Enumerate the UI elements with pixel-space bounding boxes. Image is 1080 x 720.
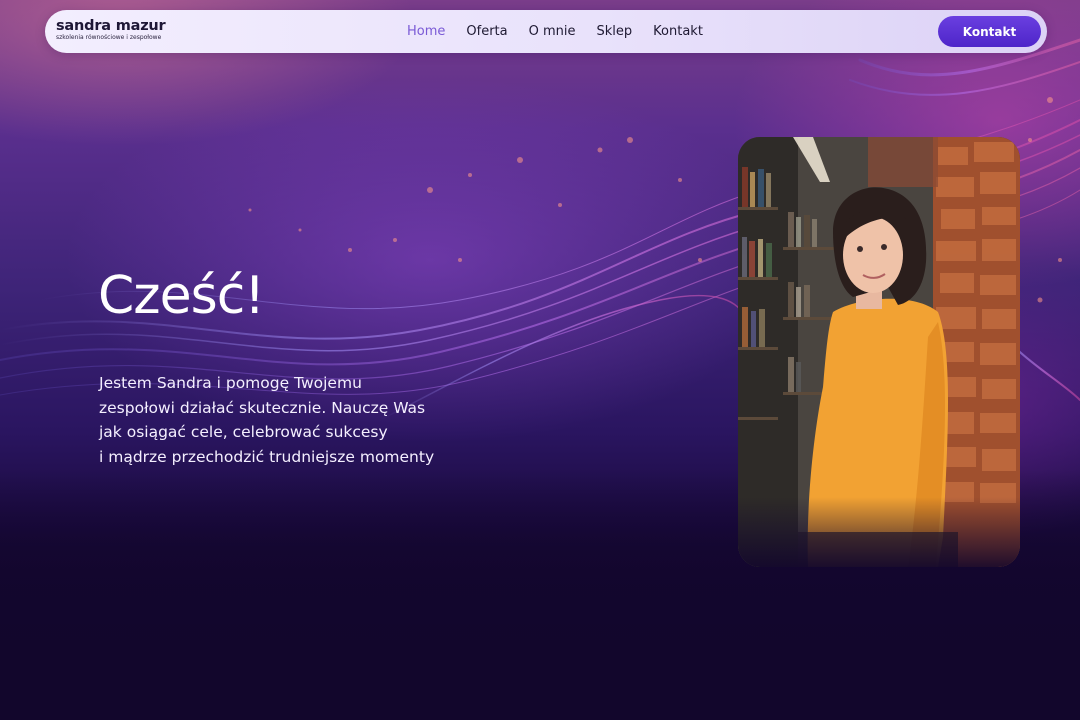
nav-item-home[interactable]: Home (407, 24, 445, 39)
nav-item-kontakt[interactable]: Kontakt (653, 24, 703, 39)
hero-text-line: jak osiągać cele, celebrować sukcesy (99, 423, 388, 441)
nav-item-o-mnie[interactable]: O mnie (529, 24, 576, 39)
logo-subtitle: szkolenia równościowe i zespołowe (56, 34, 162, 41)
hero-text-line: zespołowi działać skutecznie. Nauczę Was (99, 398, 426, 417)
nav-item-oferta[interactable]: Oferta (466, 24, 507, 39)
hero-title: Cześć! (98, 266, 265, 326)
main-nav: Home Oferta O mnie Sklep Kontakt (407, 10, 724, 53)
site-header: sandra mazur szkolenia równościowe i zes… (45, 10, 1047, 53)
nav-item-sklep[interactable]: Sklep (597, 24, 633, 39)
logo[interactable]: sandra mazur szkolenia równościowe i zes… (56, 18, 166, 42)
logo-title: sandra mazur (56, 18, 166, 34)
hero-description: Jestem Sandra i pomogę Twojemu zespołowi… (99, 371, 444, 469)
hero-text-line: Jestem Sandra i pomogę Twojemu (99, 374, 362, 392)
photo-fade (738, 497, 1020, 567)
hero-text-line: i mądrze przechodzić trudniejsze momenty (99, 447, 435, 466)
portrait-photo (738, 137, 1020, 567)
contact-button[interactable]: Kontakt (938, 16, 1041, 47)
